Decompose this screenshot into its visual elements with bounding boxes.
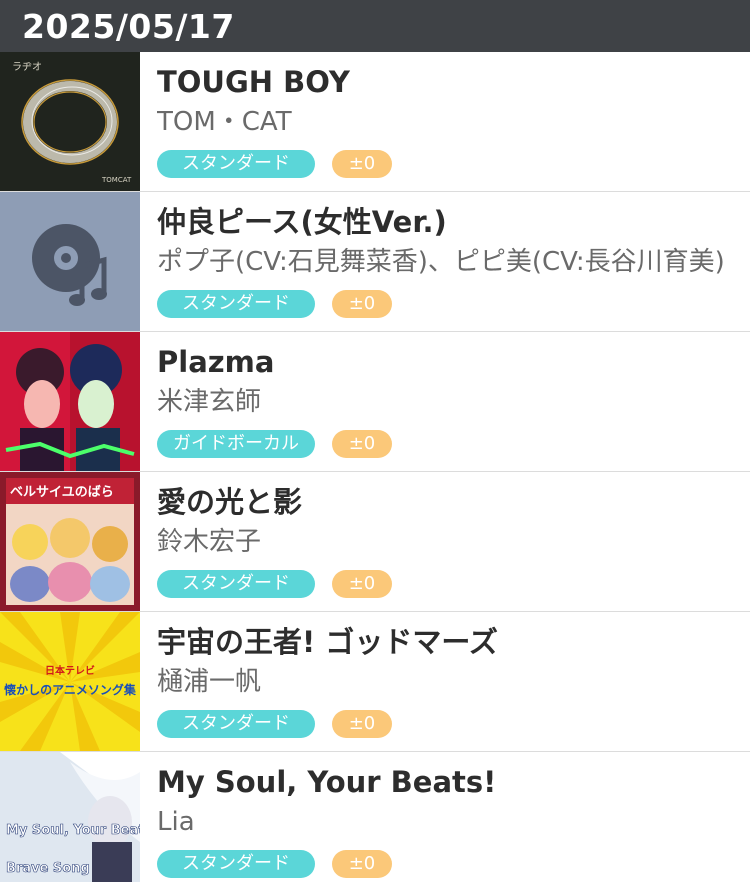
key-badge: ±0 <box>332 430 392 458</box>
song-row[interactable]: 日本テレビ 懐かしのアニメソング集 宇宙の王者! ゴッドマーズ 樋浦一帆 スタン… <box>0 612 750 752</box>
album-art-text: TOMCAT <box>101 176 132 184</box>
date-label: 2025/05/17 <box>22 6 235 46</box>
song-title: 宇宙の王者! ゴッドマーズ <box>157 625 498 659</box>
song-title: TOUGH BOY <box>157 65 350 99</box>
song-row[interactable]: Plazma 米津玄師 ガイドボーカル ±0 <box>0 332 750 472</box>
key-badge: ±0 <box>332 150 392 178</box>
performance-type-badge: ガイドボーカル <box>157 430 315 458</box>
song-row[interactable]: ベルサイユのばら 愛の光と影 鈴木宏子 スタンダード ±0 <box>0 472 750 612</box>
music-disc-icon <box>0 192 140 331</box>
album-art-text: 懐かしのアニメソング集 <box>4 682 137 697</box>
album-art: 日本テレビ 懐かしのアニメソング集 <box>0 612 140 751</box>
album-art: ベルサイユのばら <box>0 472 140 611</box>
album-art-placeholder <box>0 192 140 331</box>
song-artist: Lia <box>157 807 195 837</box>
song-row[interactable]: My Soul, Your Beats! Brave Song My Soul,… <box>0 752 750 882</box>
key-badge: ±0 <box>332 850 392 878</box>
song-artist: 鈴木宏子 <box>157 527 262 557</box>
date-header: 2025/05/17 <box>0 0 750 52</box>
performance-type-badge: スタンダード <box>157 150 315 178</box>
album-art <box>0 332 140 471</box>
performance-type-badge: スタンダード <box>157 850 315 878</box>
song-artist: 樋浦一帆 <box>157 667 262 697</box>
album-art-text: ラヂオ <box>12 61 42 73</box>
song-artist: ポプ子(CV:石見舞菜香)、ピピ美(CV:長谷川育美) <box>157 247 725 277</box>
song-title: 愛の光と影 <box>157 485 303 519</box>
album-art-text: Brave Song <box>6 861 90 876</box>
album-art-text: My Soul, Your Beats! <box>6 823 140 838</box>
key-badge: ±0 <box>332 570 392 598</box>
song-list: ラヂオ TOMCAT TOUGH BOY TOM・CAT スタンダード ±0 仲… <box>0 52 750 882</box>
song-title: 仲良ピース(女性Ver.) <box>157 205 447 239</box>
performance-type-badge: スタンダード <box>157 570 315 598</box>
key-badge: ±0 <box>332 290 392 318</box>
album-art: My Soul, Your Beats! Brave Song <box>0 752 140 882</box>
song-title: My Soul, Your Beats! <box>157 765 497 799</box>
song-row[interactable]: ラヂオ TOMCAT TOUGH BOY TOM・CAT スタンダード ±0 <box>0 52 750 192</box>
song-title: Plazma <box>157 345 275 379</box>
song-artist: TOM・CAT <box>157 107 292 137</box>
album-art: ラヂオ TOMCAT <box>0 52 140 191</box>
performance-type-badge: スタンダード <box>157 290 315 318</box>
song-artist: 米津玄師 <box>157 387 262 417</box>
performance-type-badge: スタンダード <box>157 710 315 738</box>
song-row[interactable]: 仲良ピース(女性Ver.) ポプ子(CV:石見舞菜香)、ピピ美(CV:長谷川育美… <box>0 192 750 332</box>
album-art-text: ベルサイユのばら <box>10 485 114 500</box>
album-art-text: 日本テレビ <box>45 664 95 677</box>
key-badge: ±0 <box>332 710 392 738</box>
